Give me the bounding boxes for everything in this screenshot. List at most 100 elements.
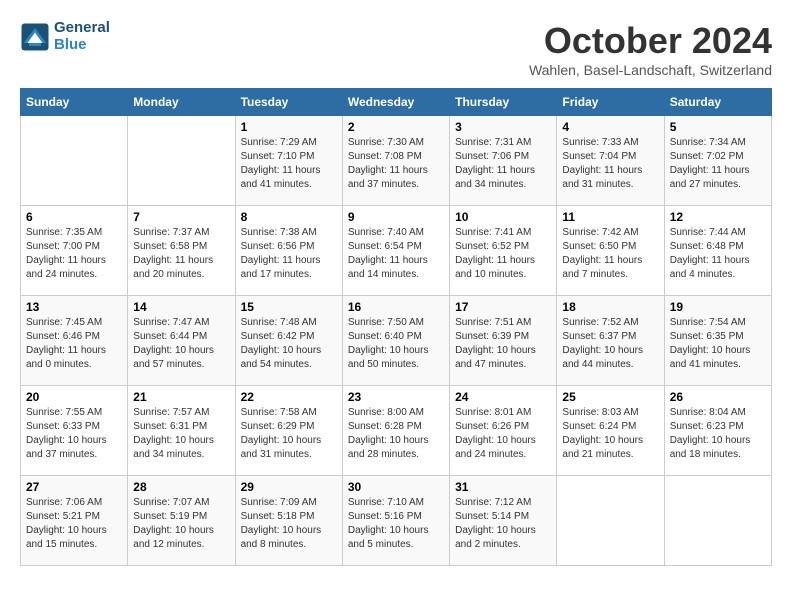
week-row-4: 20 Sunrise: 7:55 AM Sunset: 6:33 PM Dayli… bbox=[21, 386, 772, 476]
day-cell bbox=[557, 476, 664, 566]
day-number: 23 bbox=[348, 390, 444, 404]
day-info: Sunrise: 8:03 AM Sunset: 6:24 PM Dayligh… bbox=[562, 406, 658, 462]
day-info: Sunrise: 7:57 AM Sunset: 6:31 PM Dayligh… bbox=[133, 406, 229, 462]
day-cell: 1 Sunrise: 7:29 AM Sunset: 7:10 PM Daylig… bbox=[235, 116, 342, 206]
day-number: 14 bbox=[133, 300, 229, 314]
day-cell: 29 Sunrise: 7:09 AM Sunset: 5:18 PM Dayli… bbox=[235, 476, 342, 566]
day-info: Sunrise: 7:29 AM Sunset: 7:10 PM Dayligh… bbox=[241, 136, 337, 192]
header-cell-tuesday: Tuesday bbox=[235, 89, 342, 116]
day-cell bbox=[21, 116, 128, 206]
day-info: Sunrise: 7:30 AM Sunset: 7:08 PM Dayligh… bbox=[348, 136, 444, 192]
day-info: Sunrise: 7:33 AM Sunset: 7:04 PM Dayligh… bbox=[562, 136, 658, 192]
day-cell: 10 Sunrise: 7:41 AM Sunset: 6:52 PM Dayli… bbox=[450, 206, 557, 296]
day-number: 5 bbox=[670, 120, 766, 134]
day-info: Sunrise: 7:35 AM Sunset: 7:00 PM Dayligh… bbox=[26, 226, 122, 282]
header-cell-saturday: Saturday bbox=[664, 89, 771, 116]
day-number: 6 bbox=[26, 210, 122, 224]
day-info: Sunrise: 7:10 AM Sunset: 5:16 PM Dayligh… bbox=[348, 496, 444, 552]
day-cell: 13Sunrise: 7:45 AM Sunset: 6:46 PM Dayli… bbox=[21, 296, 128, 386]
logo-icon bbox=[20, 22, 50, 52]
day-number: 2 bbox=[348, 120, 444, 134]
day-cell: 24 Sunrise: 8:01 AM Sunset: 6:26 PM Dayli… bbox=[450, 386, 557, 476]
day-number: 24 bbox=[455, 390, 551, 404]
day-number: 25 bbox=[562, 390, 658, 404]
day-info: Sunrise: 7:55 AM Sunset: 6:33 PM Dayligh… bbox=[26, 406, 122, 462]
day-cell: 16Sunrise: 7:50 AM Sunset: 6:40 PM Dayli… bbox=[342, 296, 449, 386]
day-cell: 14 Sunrise: 7:47 AM Sunset: 6:44 PM Dayli… bbox=[128, 296, 235, 386]
day-cell: 8Sunrise: 7:38 AM Sunset: 6:56 PM Daylig… bbox=[235, 206, 342, 296]
day-number: 29 bbox=[241, 480, 337, 494]
day-info: Sunrise: 7:42 AM Sunset: 6:50 PM Dayligh… bbox=[562, 226, 658, 282]
calendar-body: 1 Sunrise: 7:29 AM Sunset: 7:10 PM Daylig… bbox=[21, 116, 772, 566]
header-row: SundayMondayTuesdayWednesdayThursdayFrid… bbox=[21, 89, 772, 116]
day-info: Sunrise: 7:50 AM Sunset: 6:40 PM Dayligh… bbox=[348, 316, 444, 372]
day-cell: 4Sunrise: 7:33 AM Sunset: 7:04 PM Daylig… bbox=[557, 116, 664, 206]
header-cell-monday: Monday bbox=[128, 89, 235, 116]
day-number: 27 bbox=[26, 480, 122, 494]
day-cell: 2 Sunrise: 7:30 AM Sunset: 7:08 PM Daylig… bbox=[342, 116, 449, 206]
day-number: 3 bbox=[455, 120, 551, 134]
day-info: Sunrise: 7:54 AM Sunset: 6:35 PM Dayligh… bbox=[670, 316, 766, 372]
day-cell: 9 Sunrise: 7:40 AM Sunset: 6:54 PM Daylig… bbox=[342, 206, 449, 296]
day-cell: 21 Sunrise: 7:57 AM Sunset: 6:31 PM Dayli… bbox=[128, 386, 235, 476]
day-number: 9 bbox=[348, 210, 444, 224]
day-info: Sunrise: 7:06 AM Sunset: 5:21 PM Dayligh… bbox=[26, 496, 122, 552]
day-info: Sunrise: 7:09 AM Sunset: 5:18 PM Dayligh… bbox=[241, 496, 337, 552]
day-cell: 5 Sunrise: 7:34 AM Sunset: 7:02 PM Daylig… bbox=[664, 116, 771, 206]
day-info: Sunrise: 7:07 AM Sunset: 5:19 PM Dayligh… bbox=[133, 496, 229, 552]
day-info: Sunrise: 8:01 AM Sunset: 6:26 PM Dayligh… bbox=[455, 406, 551, 462]
day-number: 10 bbox=[455, 210, 551, 224]
day-number: 11 bbox=[562, 210, 658, 224]
week-row-3: 13Sunrise: 7:45 AM Sunset: 6:46 PM Dayli… bbox=[21, 296, 772, 386]
day-info: Sunrise: 8:04 AM Sunset: 6:23 PM Dayligh… bbox=[670, 406, 766, 462]
day-info: Sunrise: 7:52 AM Sunset: 6:37 PM Dayligh… bbox=[562, 316, 658, 372]
header-cell-thursday: Thursday bbox=[450, 89, 557, 116]
day-info: Sunrise: 7:48 AM Sunset: 6:42 PM Dayligh… bbox=[241, 316, 337, 372]
day-number: 21 bbox=[133, 390, 229, 404]
day-number: 20 bbox=[26, 390, 122, 404]
day-info: Sunrise: 7:45 AM Sunset: 6:46 PM Dayligh… bbox=[26, 316, 122, 372]
day-number: 17 bbox=[455, 300, 551, 314]
day-number: 8 bbox=[241, 210, 337, 224]
day-info: Sunrise: 7:51 AM Sunset: 6:39 PM Dayligh… bbox=[455, 316, 551, 372]
day-cell: 12Sunrise: 7:44 AM Sunset: 6:48 PM Dayli… bbox=[664, 206, 771, 296]
day-info: Sunrise: 8:00 AM Sunset: 6:28 PM Dayligh… bbox=[348, 406, 444, 462]
logo: General Blue bbox=[20, 20, 110, 53]
day-cell: 23 Sunrise: 8:00 AM Sunset: 6:28 PM Dayli… bbox=[342, 386, 449, 476]
day-cell: 6 Sunrise: 7:35 AM Sunset: 7:00 PM Daylig… bbox=[21, 206, 128, 296]
day-cell bbox=[664, 476, 771, 566]
day-info: Sunrise: 7:12 AM Sunset: 5:14 PM Dayligh… bbox=[455, 496, 551, 552]
day-cell: 31Sunrise: 7:12 AM Sunset: 5:14 PM Dayli… bbox=[450, 476, 557, 566]
day-number: 18 bbox=[562, 300, 658, 314]
day-info: Sunrise: 7:34 AM Sunset: 7:02 PM Dayligh… bbox=[670, 136, 766, 192]
day-info: Sunrise: 7:40 AM Sunset: 6:54 PM Dayligh… bbox=[348, 226, 444, 282]
header-cell-sunday: Sunday bbox=[21, 89, 128, 116]
calendar-header: SundayMondayTuesdayWednesdayThursdayFrid… bbox=[21, 89, 772, 116]
calendar-table: SundayMondayTuesdayWednesdayThursdayFrid… bbox=[20, 88, 772, 566]
day-cell: 20 Sunrise: 7:55 AM Sunset: 6:33 PM Dayli… bbox=[21, 386, 128, 476]
day-info: Sunrise: 7:41 AM Sunset: 6:52 PM Dayligh… bbox=[455, 226, 551, 282]
day-number: 15 bbox=[241, 300, 337, 314]
page-header: General Blue October 2024 Wahlen, Basel-… bbox=[20, 20, 772, 78]
day-number: 28 bbox=[133, 480, 229, 494]
title-block: October 2024 Wahlen, Basel-Landschaft, S… bbox=[529, 20, 772, 78]
day-cell: 19 Sunrise: 7:54 AM Sunset: 6:35 PM Dayli… bbox=[664, 296, 771, 386]
day-cell: 30Sunrise: 7:10 AM Sunset: 5:16 PM Dayli… bbox=[342, 476, 449, 566]
day-cell: 25 Sunrise: 8:03 AM Sunset: 6:24 PM Dayli… bbox=[557, 386, 664, 476]
day-cell: 11 Sunrise: 7:42 AM Sunset: 6:50 PM Dayli… bbox=[557, 206, 664, 296]
week-row-2: 6 Sunrise: 7:35 AM Sunset: 7:00 PM Daylig… bbox=[21, 206, 772, 296]
day-number: 19 bbox=[670, 300, 766, 314]
day-cell: 26Sunrise: 8:04 AM Sunset: 6:23 PM Dayli… bbox=[664, 386, 771, 476]
day-cell: 28 Sunrise: 7:07 AM Sunset: 5:19 PM Dayli… bbox=[128, 476, 235, 566]
day-cell bbox=[128, 116, 235, 206]
day-number: 7 bbox=[133, 210, 229, 224]
day-info: Sunrise: 7:47 AM Sunset: 6:44 PM Dayligh… bbox=[133, 316, 229, 372]
day-number: 22 bbox=[241, 390, 337, 404]
day-number: 1 bbox=[241, 120, 337, 134]
day-cell: 17 Sunrise: 7:51 AM Sunset: 6:39 PM Dayli… bbox=[450, 296, 557, 386]
week-row-5: 27 Sunrise: 7:06 AM Sunset: 5:21 PM Dayli… bbox=[21, 476, 772, 566]
day-cell: 15 Sunrise: 7:48 AM Sunset: 6:42 PM Dayli… bbox=[235, 296, 342, 386]
day-cell: 27 Sunrise: 7:06 AM Sunset: 5:21 PM Dayli… bbox=[21, 476, 128, 566]
day-info: Sunrise: 7:44 AM Sunset: 6:48 PM Dayligh… bbox=[670, 226, 766, 282]
day-cell: 22Sunrise: 7:58 AM Sunset: 6:29 PM Dayli… bbox=[235, 386, 342, 476]
